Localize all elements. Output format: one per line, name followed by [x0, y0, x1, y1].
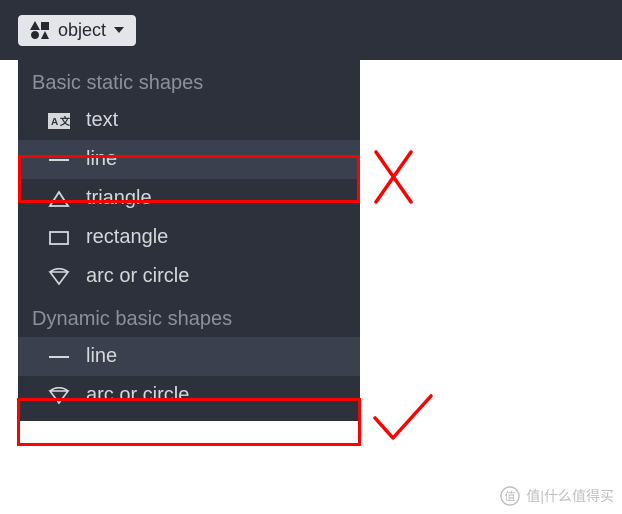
svg-text:A: A [51, 117, 58, 128]
dropdown-section-dynamic: Dynamic basic shapes [18, 296, 360, 337]
svg-text:值: 值 [505, 490, 516, 503]
menu-item-dynamic-line[interactable]: line [18, 337, 360, 376]
triangle-icon [46, 190, 72, 208]
menu-item-rectangle[interactable]: rectangle [18, 218, 360, 257]
text-icon: A 文 [46, 113, 72, 129]
svg-text:文: 文 [60, 115, 70, 128]
rectangle-icon [46, 229, 72, 247]
menu-item-label: text [86, 109, 118, 132]
object-icon [30, 21, 50, 39]
menu-item-text[interactable]: A 文 text [18, 101, 360, 140]
line-icon [46, 349, 72, 365]
object-dropdown-button[interactable]: object [18, 15, 136, 46]
menu-item-label: arc or circle [86, 384, 189, 407]
chevron-down-icon [114, 27, 124, 33]
menu-item-label: line [86, 148, 117, 171]
menu-item-label: rectangle [86, 226, 168, 249]
menu-item-triangle[interactable]: triangle [18, 179, 360, 218]
menu-item-dynamic-arc-circle[interactable]: arc or circle [18, 376, 360, 415]
dropdown-section-static: Basic static shapes [18, 60, 360, 101]
menu-item-static-line[interactable]: line [18, 140, 360, 179]
menu-item-label: triangle [86, 187, 152, 210]
watermark-text: 值|什么值得买 [526, 486, 614, 506]
screenshot-root: object Basic static shapes A 文 text [0, 0, 622, 514]
arc-icon [46, 268, 72, 286]
menu-item-label: arc or circle [86, 265, 189, 288]
object-dropdown-menu: Basic static shapes A 文 text line [18, 60, 360, 421]
menu-item-label: line [86, 345, 117, 368]
arc-icon [46, 387, 72, 405]
watermark-icon: 值 [500, 486, 520, 506]
object-button-label: object [58, 20, 106, 41]
app-toolbar: object [0, 0, 622, 60]
line-icon [46, 152, 72, 168]
menu-item-arc-circle[interactable]: arc or circle [18, 257, 360, 296]
watermark: 值 值|什么值得买 [500, 486, 614, 506]
